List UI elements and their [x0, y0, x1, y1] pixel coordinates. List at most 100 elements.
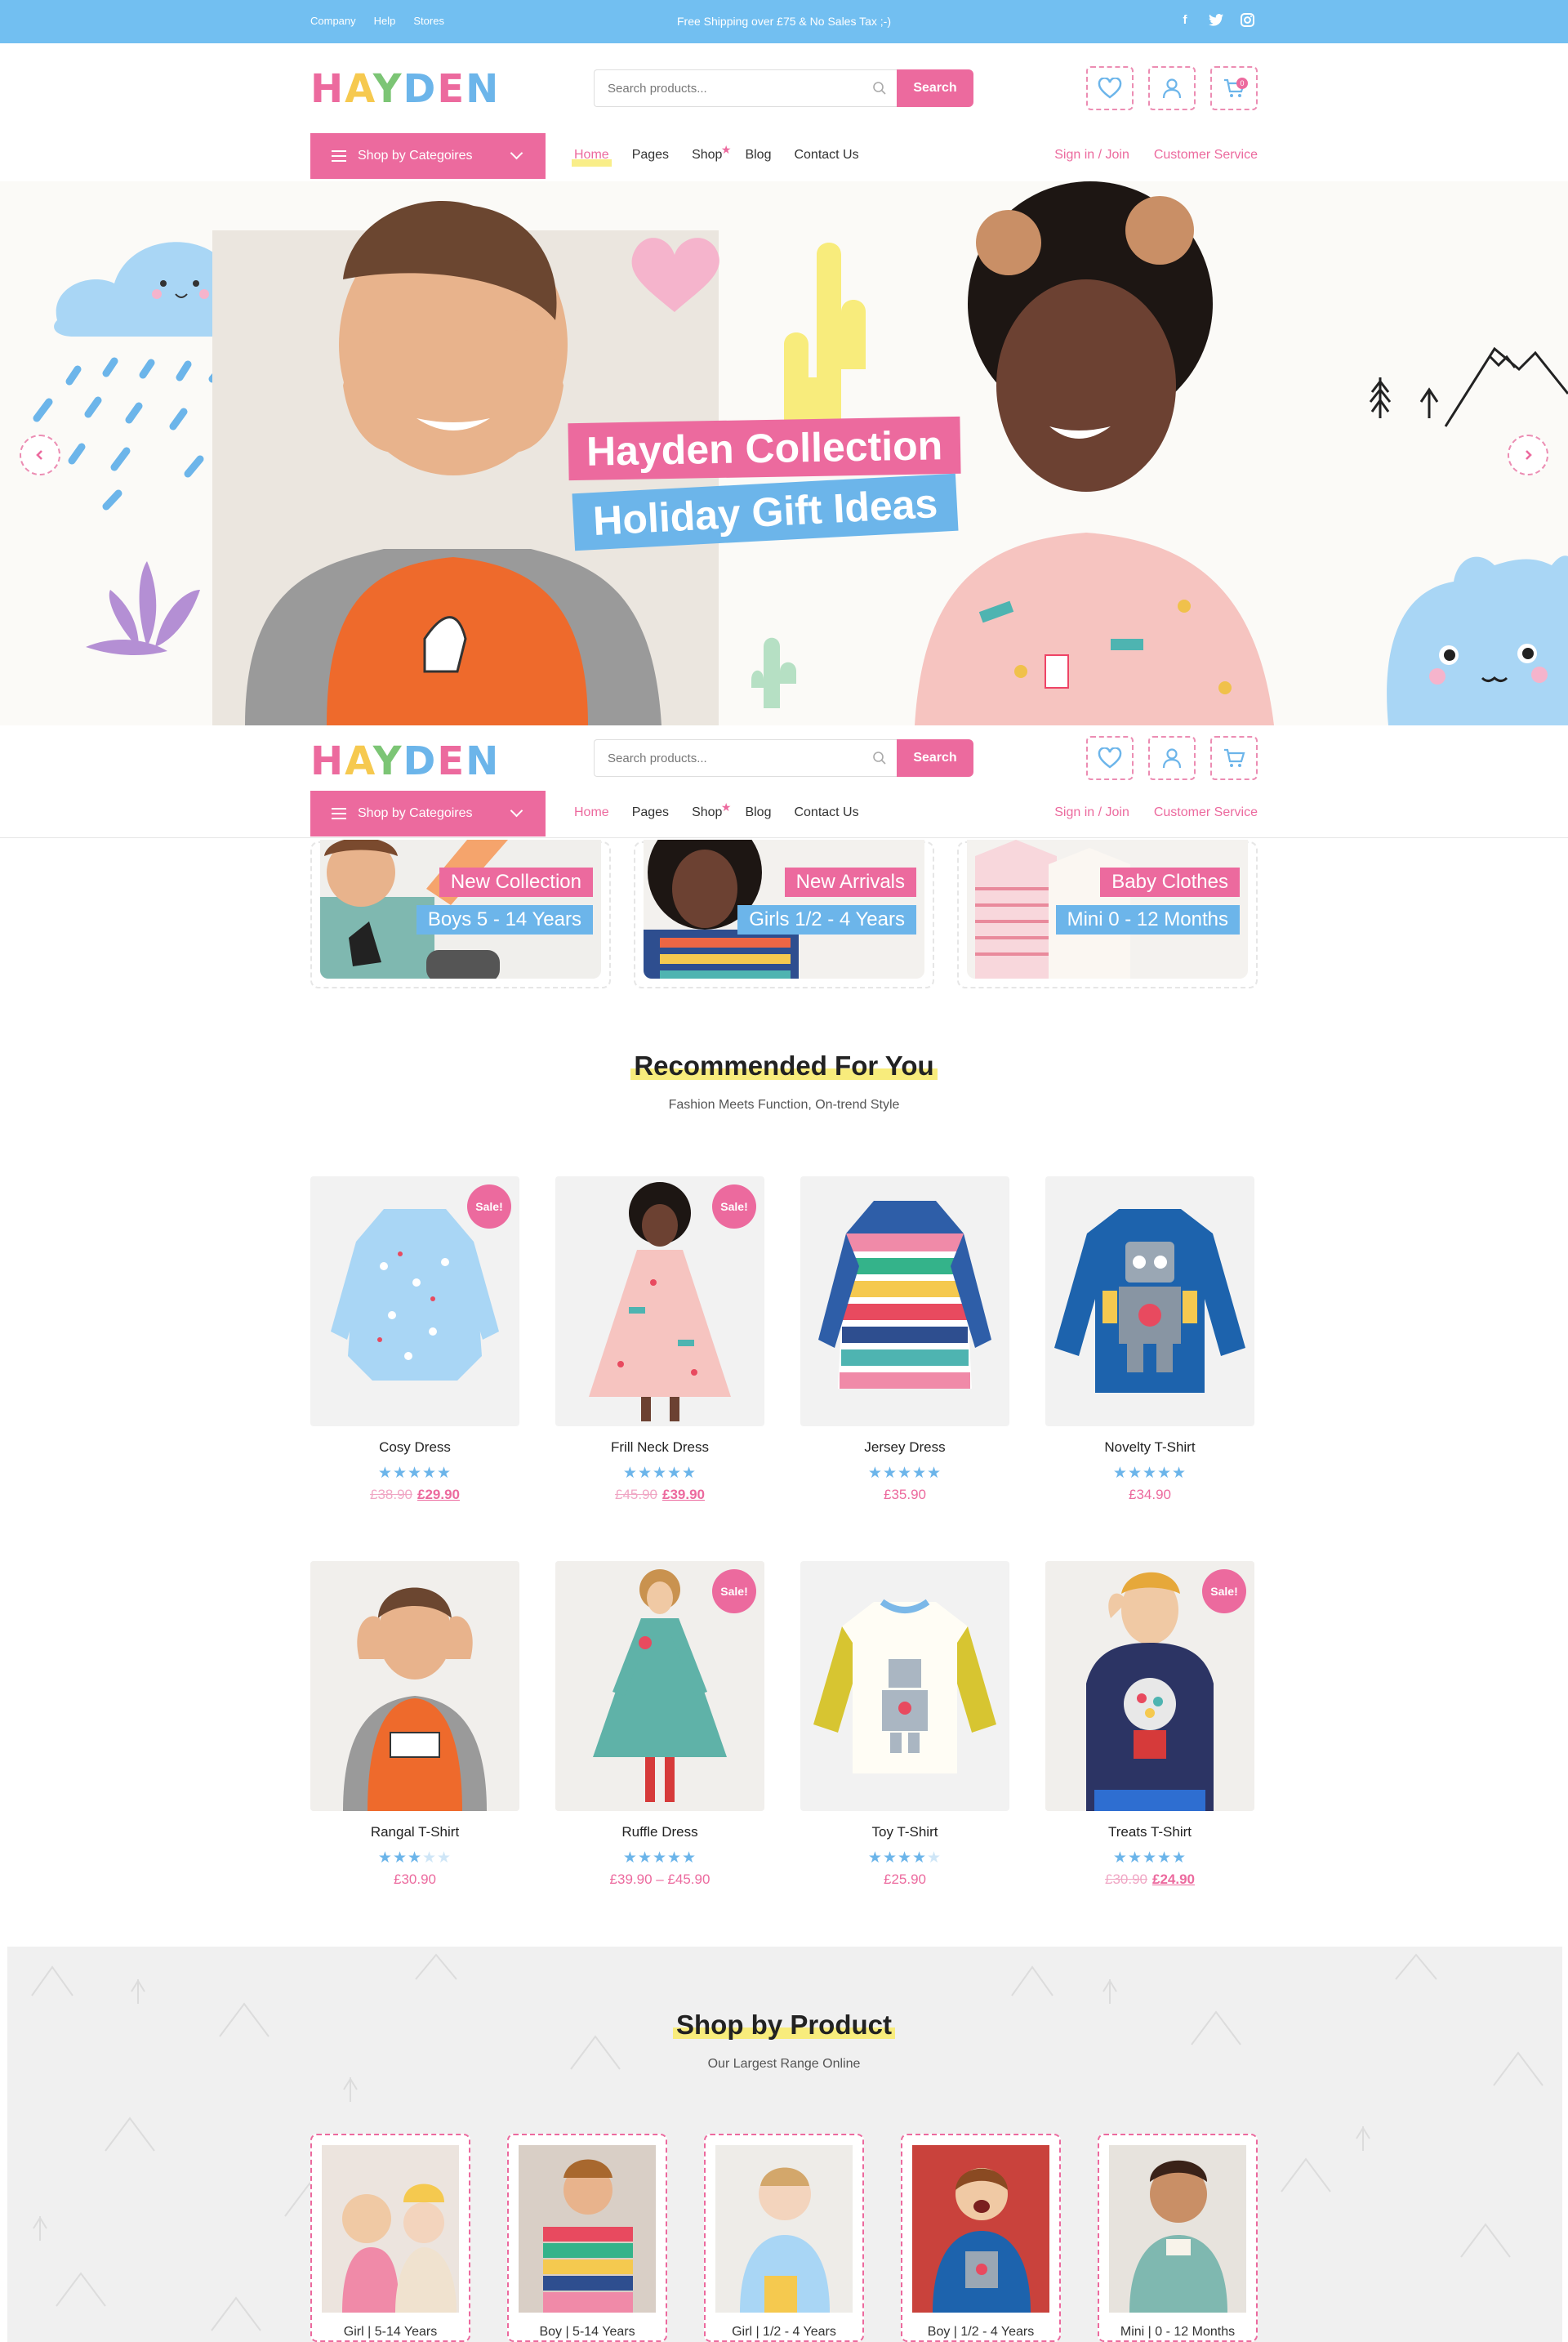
chevron-left-icon	[36, 450, 42, 460]
product-name[interactable]: Treats T-Shirt	[1045, 1824, 1254, 1840]
product-card[interactable]: Sale! Frill Neck Dress ★★★★★ £45.90 £39.9…	[555, 1176, 764, 1503]
sign-in-link[interactable]: Sign in / Join	[1054, 805, 1129, 820]
product-card[interactable]: Sale! Cosy Dress ★★★★★ £38.90 £29.90	[310, 1176, 519, 1503]
rating-stars: ★★★★★	[377, 1849, 452, 1867]
product-name[interactable]: Jersey Dress	[800, 1439, 1009, 1456]
account-links: Sign in / Join Customer Service	[1054, 805, 1258, 820]
collection-card-boys[interactable]: New Collection Boys 5 - 14 Years	[310, 840, 611, 988]
sign-in-link[interactable]: Sign in / Join	[1054, 148, 1129, 163]
slider-prev-button[interactable]	[20, 435, 60, 475]
cart-button[interactable]: 0	[1210, 66, 1258, 110]
facebook-icon[interactable]: f	[1176, 11, 1194, 29]
customer-service-link[interactable]: Customer Service	[1154, 148, 1258, 163]
recommended-section-header: Recommended For You Fashion Meets Functi…	[0, 1051, 1568, 1113]
collection-age: Mini 0 - 12 Months	[1055, 905, 1240, 935]
nav-item-blog[interactable]: Blog	[745, 805, 771, 820]
wishlist-button[interactable]	[1086, 736, 1134, 780]
product-price-value: £39.90 – £45.90	[609, 1871, 710, 1887]
shop-by-categories-button[interactable]: Shop by Categoires	[310, 791, 546, 836]
customer-service-link[interactable]: Customer Service	[1154, 805, 1258, 820]
category-card[interactable]: Girl | 1/2 - 4 Years	[704, 2134, 864, 2342]
nav-item-pages[interactable]: Pages	[632, 805, 669, 820]
category-card[interactable]: Mini | 0 - 12 Months	[1098, 2134, 1258, 2342]
product-name[interactable]: Frill Neck Dress	[555, 1439, 764, 1456]
sticky-search-input[interactable]: Search products...	[594, 739, 897, 777]
social-links: f	[1176, 11, 1256, 29]
product-image[interactable]	[800, 1176, 1009, 1426]
sticky-logo[interactable]: HAYDEN	[310, 738, 500, 784]
account-button[interactable]	[1148, 66, 1196, 110]
product-name[interactable]: Toy T-Shirt	[800, 1824, 1009, 1840]
sale-badge: Sale!	[467, 1184, 511, 1229]
product-card[interactable]: Toy T-Shirt ★★★★★ £25.90	[800, 1561, 1009, 1888]
rating-stars: ★★★★★	[377, 1465, 452, 1482]
search-placeholder: Search products...	[608, 81, 707, 96]
nav-item-contact[interactable]: Contact Us	[794, 805, 858, 820]
product-image[interactable]	[1045, 1176, 1254, 1426]
category-image	[1109, 2145, 1246, 2313]
product-name[interactable]: Ruffle Dress	[555, 1824, 764, 1840]
category-card[interactable]: Girl | 5-14 Years	[310, 2134, 470, 2342]
nav-item-pages[interactable]: Pages	[632, 148, 669, 163]
product-card[interactable]: Sale! Ruffle Dress ★★★★★ £39.90 – £45.90	[555, 1561, 764, 1888]
shop-by-product-subtitle: Our Largest Range Online	[707, 2057, 861, 2071]
menu-icon	[332, 808, 346, 819]
product-image[interactable]: Sale!	[1045, 1561, 1254, 1811]
nav-menu: Home Pages Shop ★ Blog Contact Us	[572, 143, 882, 167]
instagram-icon[interactable]	[1238, 11, 1256, 29]
nav-item-home[interactable]: Home	[572, 148, 612, 167]
star-icon: ★	[720, 801, 732, 814]
user-icon	[1162, 78, 1182, 99]
logo-letter: N	[466, 66, 501, 112]
product-name[interactable]: Novelty T-Shirt	[1045, 1439, 1254, 1456]
account-links: Sign in / Join Customer Service	[1054, 148, 1258, 163]
sticky-search-button[interactable]: Search	[897, 739, 973, 777]
category-card[interactable]: Boy | 1/2 - 4 Years	[901, 2134, 1061, 2342]
shop-by-categories-button[interactable]: Shop by Categoires	[310, 133, 546, 179]
product-name[interactable]: Cosy Dress	[310, 1439, 519, 1456]
logo[interactable]: HAYDEN	[310, 66, 500, 112]
product-card[interactable]: Jersey Dress ★★★★★ £35.90	[800, 1176, 1009, 1503]
nav-item-blog[interactable]: Blog	[745, 148, 771, 163]
nav-item-shop[interactable]: Shop ★	[692, 801, 731, 820]
slider-next-button[interactable]	[1508, 435, 1548, 475]
nav-item-shop[interactable]: Shop ★	[692, 143, 731, 163]
product-image[interactable]: Sale!	[310, 1176, 519, 1426]
heart-icon	[1098, 747, 1122, 769]
product-image[interactable]: Sale!	[555, 1561, 764, 1811]
collection-card-baby[interactable]: Baby Clothes Mini 0 - 12 Months	[957, 840, 1258, 988]
hero-slider: Hayden Collection Holiday Gift Ideas	[0, 181, 1568, 725]
product-image[interactable]	[310, 1561, 519, 1811]
product-name[interactable]: Rangal T-Shirt	[310, 1824, 519, 1840]
header-icons: 0	[1086, 66, 1258, 110]
nav-item-home[interactable]: Home	[572, 805, 612, 824]
rating-stars: ★★★★★	[622, 1465, 697, 1482]
product-card[interactable]: Novelty T-Shirt ★★★★★ £34.90	[1045, 1176, 1254, 1503]
old-price: £30.90	[1105, 1871, 1147, 1887]
nav-item-contact[interactable]: Contact Us	[794, 148, 858, 163]
logo-letter: D	[403, 66, 438, 112]
recommended-title: Recommended For You	[630, 1051, 938, 1081]
site-header: HAYDEN Search products... Search 0	[0, 43, 1568, 133]
logo-letter: D	[403, 738, 438, 784]
search-placeholder: Search products...	[608, 751, 707, 765]
category-image	[715, 2145, 853, 2313]
cart-button[interactable]	[1210, 736, 1258, 780]
collection-tag: Baby Clothes	[1100, 868, 1240, 897]
product-image[interactable]: Sale!	[555, 1176, 764, 1426]
product-image[interactable]	[800, 1561, 1009, 1811]
twitter-icon[interactable]	[1207, 11, 1225, 29]
account-button[interactable]	[1148, 736, 1196, 780]
search-input[interactable]: Search products...	[594, 69, 897, 107]
chevron-down-icon	[510, 146, 523, 160]
category-label: Boy | 5-14 Years	[539, 2325, 635, 2339]
category-card[interactable]: Boy | 5-14 Years	[507, 2134, 667, 2342]
product-card[interactable]: Rangal T-Shirt ★★★★★ £30.90	[310, 1561, 519, 1888]
search-button[interactable]: Search	[897, 69, 973, 107]
collection-card-girls[interactable]: New Arrivals Girls 1/2 - 4 Years	[634, 840, 934, 988]
product-card[interactable]: Sale! Treats T-Shirt ★★★★★ £30.90 £24.90	[1045, 1561, 1254, 1888]
heart-icon	[1098, 78, 1122, 99]
wishlist-button[interactable]	[1086, 66, 1134, 110]
chevron-right-icon	[1526, 450, 1532, 460]
nav-item-shop-label: Shop	[692, 148, 723, 162]
